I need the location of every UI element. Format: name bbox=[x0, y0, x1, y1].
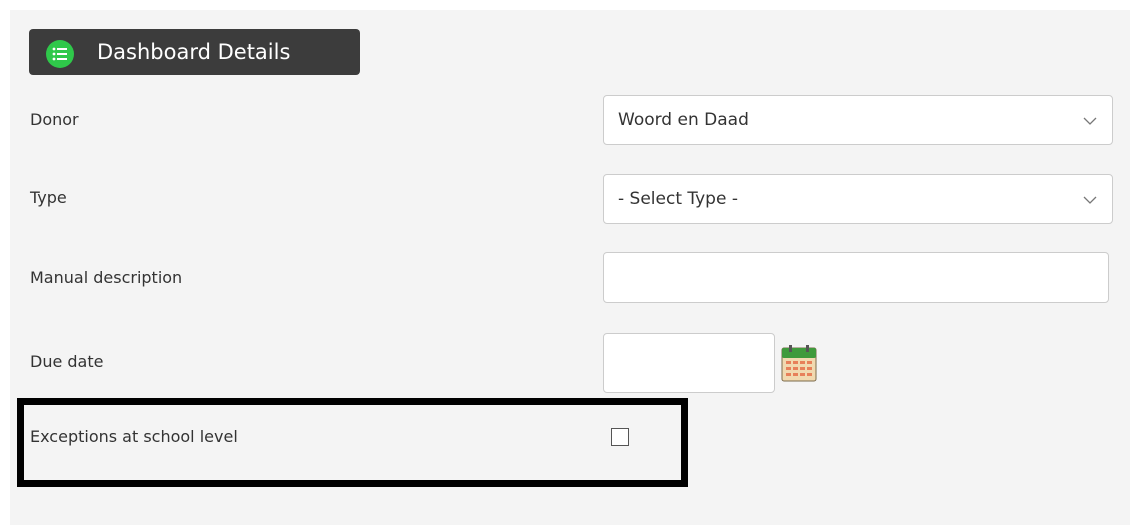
type-label: Type bbox=[30, 188, 67, 207]
section-title: Dashboard Details bbox=[97, 40, 291, 64]
chevron-down-icon bbox=[1083, 196, 1097, 204]
due-date-input[interactable] bbox=[603, 333, 775, 393]
exceptions-checkbox[interactable] bbox=[611, 428, 629, 446]
type-select[interactable]: - Select Type - bbox=[603, 174, 1113, 224]
donor-select[interactable]: Woord en Daad bbox=[603, 95, 1113, 145]
due-date-label: Due date bbox=[30, 352, 104, 371]
manual-description-label: Manual description bbox=[30, 268, 183, 287]
exceptions-label: Exceptions at school level bbox=[30, 427, 238, 446]
calendar-icon[interactable] bbox=[781, 344, 817, 382]
list-icon bbox=[46, 40, 74, 68]
chevron-down-icon bbox=[1083, 117, 1097, 125]
donor-select-value: Woord en Daad bbox=[618, 110, 749, 130]
section-header: Dashboard Details bbox=[29, 29, 360, 75]
type-select-value: - Select Type - bbox=[618, 189, 738, 209]
donor-label: Donor bbox=[30, 110, 79, 129]
manual-description-input[interactable] bbox=[603, 252, 1109, 303]
